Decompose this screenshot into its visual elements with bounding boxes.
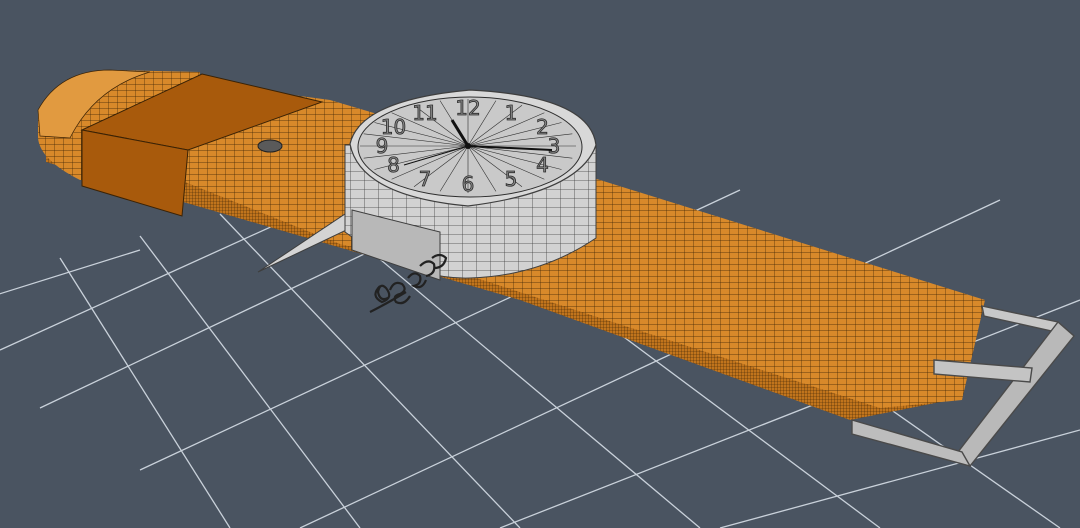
- viewport-canvas[interactable]: 12 1234567891011: [0, 0, 1080, 528]
- buckle-frame-bottom-bar: [851, 419, 972, 468]
- buckle-frame-end-bar: [957, 320, 1075, 468]
- hour-numeral: 10: [381, 115, 406, 139]
- hour-numeral: 12: [455, 96, 480, 120]
- watch-face[interactable]: 12 1234567891011: [357, 96, 583, 198]
- dial-center: [465, 143, 471, 149]
- hour-numeral: 3: [548, 134, 561, 158]
- hour-numeral: 7: [419, 167, 432, 191]
- hour-numeral: 6: [462, 172, 475, 196]
- strap-hole: [257, 139, 283, 153]
- hour-numeral: 8: [387, 153, 400, 177]
- grid-line: [59, 257, 231, 528]
- hour-numeral: 11: [412, 101, 437, 125]
- 3d-viewport[interactable]: 12 1 2 3 4 5 6 7 8 9 10 11: [0, 0, 1080, 528]
- grid-line: [139, 235, 361, 528]
- hour-numeral: 5: [505, 167, 518, 191]
- hour-numeral: 4: [536, 153, 549, 177]
- hour-numeral: 1: [505, 101, 518, 125]
